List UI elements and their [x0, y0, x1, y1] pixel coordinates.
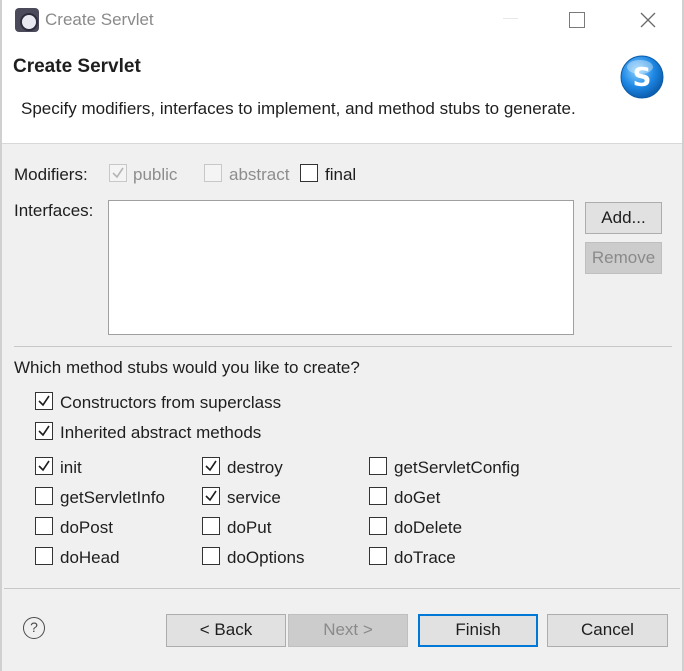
inherited-abstract-checkbox[interactable]: [35, 422, 53, 440]
finish-button[interactable]: Finish: [418, 614, 538, 647]
final-checkbox[interactable]: [300, 164, 318, 182]
constructors-checkbox[interactable]: [35, 392, 53, 410]
cancel-button[interactable]: Cancel: [547, 614, 668, 647]
doput-checkbox[interactable]: [202, 517, 220, 535]
doput-label: doPut: [227, 518, 272, 537]
dohead-checkbox[interactable]: [35, 547, 53, 565]
dooptions-checkbox[interactable]: [202, 547, 220, 565]
window-title: Create Servlet: [45, 10, 154, 29]
interfaces-label: Interfaces:: [14, 201, 94, 220]
public-label: public: [133, 165, 178, 184]
doget-checkbox[interactable]: [369, 487, 387, 505]
title-bar: Create Servlet: [2, 0, 682, 40]
page-title: Create Servlet: [13, 56, 141, 77]
doget-label: doGet: [394, 488, 441, 507]
destroy-label: destroy: [227, 458, 283, 477]
help-icon[interactable]: ?: [23, 617, 45, 639]
close-icon: [640, 12, 656, 28]
constructors-label: Constructors from superclass: [60, 393, 282, 412]
checkmark-icon: [38, 460, 50, 472]
next-button[interactable]: Next >: [288, 614, 408, 647]
dohead-label: doHead: [60, 548, 120, 567]
checkmark-icon: [205, 460, 217, 472]
method-stubs-question: Which method stubs would you like to cre…: [14, 358, 360, 377]
footer-separator: [4, 588, 680, 589]
checkmark-icon: [38, 395, 50, 407]
separator: [14, 346, 672, 347]
dodelete-label: doDelete: [394, 518, 463, 537]
back-button[interactable]: < Back: [166, 614, 286, 647]
checkmark-icon: [112, 167, 124, 179]
final-label: final: [325, 165, 357, 184]
abstract-checkbox[interactable]: [204, 164, 222, 182]
init-checkbox[interactable]: [35, 457, 53, 475]
eclipse-icon: [15, 8, 39, 32]
dopost-label: doPost: [60, 518, 113, 537]
inherited-abstract-label: Inherited abstract methods: [60, 423, 262, 442]
maximize-button[interactable]: [553, 0, 599, 40]
getservletinfo-checkbox[interactable]: [35, 487, 53, 505]
dotrace-label: doTrace: [394, 548, 456, 567]
service-checkbox[interactable]: [202, 487, 220, 505]
interfaces-list[interactable]: [108, 200, 574, 335]
init-label: init: [60, 458, 82, 477]
abstract-label: abstract: [229, 165, 290, 184]
checkmark-icon: [205, 490, 217, 502]
minimize-button[interactable]: [485, 0, 531, 40]
dopost-checkbox[interactable]: [35, 517, 53, 535]
remove-interface-button[interactable]: Remove: [585, 242, 662, 274]
public-checkbox[interactable]: [109, 164, 127, 182]
service-label: service: [227, 488, 281, 507]
add-interface-button[interactable]: Add...: [585, 202, 662, 234]
dooptions-label: doOptions: [227, 548, 305, 567]
getservletinfo-label: getServletInfo: [60, 488, 165, 507]
modifiers-label: Modifiers:: [14, 165, 88, 184]
create-servlet-dialog: Create Servlet Create Servlet Specify mo…: [0, 0, 684, 671]
checkmark-icon: [38, 425, 50, 437]
servlet-logo-letter: S: [633, 63, 652, 93]
wizard-header: Create Servlet Specify modifiers, interf…: [2, 40, 682, 144]
dodelete-checkbox[interactable]: [369, 517, 387, 535]
getservletconfig-checkbox[interactable]: [369, 457, 387, 475]
close-button[interactable]: [624, 0, 670, 40]
dotrace-checkbox[interactable]: [369, 547, 387, 565]
servlet-logo-icon: S: [620, 55, 664, 99]
page-description: Specify modifiers, interfaces to impleme…: [21, 99, 576, 118]
destroy-checkbox[interactable]: [202, 457, 220, 475]
getservletconfig-label: getServletConfig: [394, 458, 520, 477]
